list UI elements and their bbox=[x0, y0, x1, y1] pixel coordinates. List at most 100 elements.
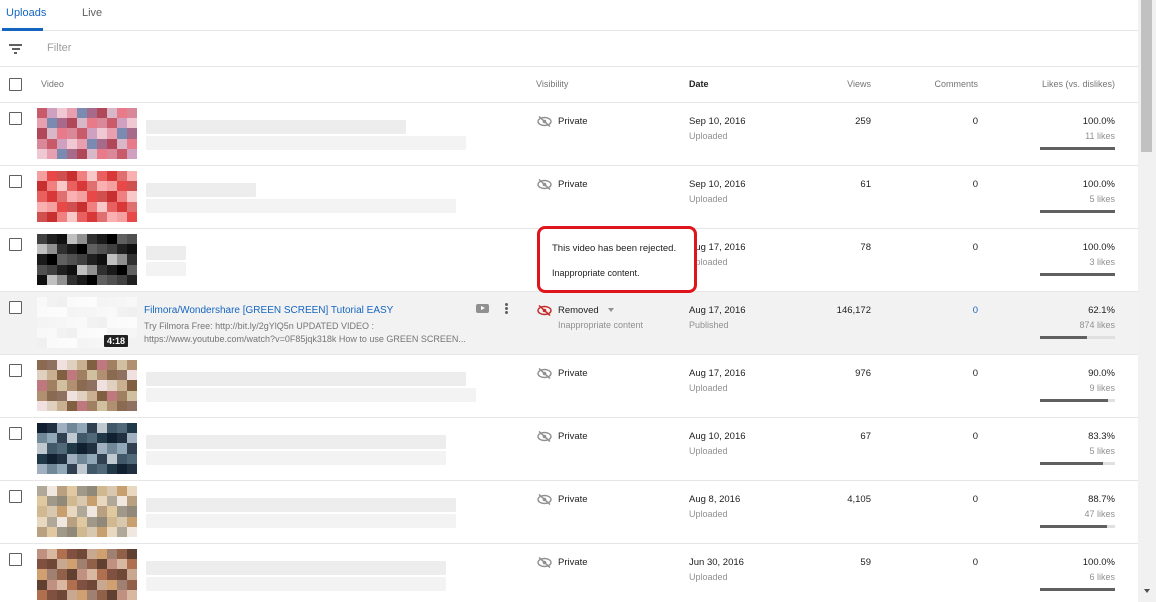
table-row[interactable]: Private Sep 10, 2016 Uploaded 259 0 100.0% 11 … bbox=[0, 103, 1138, 166]
removed-visibility-icon bbox=[537, 303, 552, 317]
video-thumbnail[interactable] bbox=[37, 486, 137, 537]
tab-uploads[interactable]: Uploads bbox=[6, 7, 46, 19]
tab-bar: Uploads Live bbox=[0, 0, 1138, 31]
video-date-status: Uploaded bbox=[689, 383, 728, 393]
select-all-checkbox[interactable] bbox=[9, 78, 22, 91]
filter-input[interactable]: Filter bbox=[47, 42, 71, 54]
video-date-status: Uploaded bbox=[689, 194, 728, 204]
more-options-icon[interactable] bbox=[505, 303, 508, 314]
tab-live[interactable]: Live bbox=[82, 7, 102, 19]
filter-icon[interactable] bbox=[9, 44, 22, 54]
video-thumbnail[interactable] bbox=[37, 171, 137, 222]
row-checkbox[interactable] bbox=[9, 427, 22, 440]
blurred-title bbox=[146, 183, 256, 197]
video-date-status: Published bbox=[689, 320, 729, 330]
video-date-status: Uploaded bbox=[689, 509, 728, 519]
video-date: Aug 17, 2016 bbox=[689, 305, 746, 316]
blurred-description bbox=[146, 577, 446, 591]
visibility-status[interactable]: Private bbox=[558, 557, 588, 568]
video-comments: 0 bbox=[972, 179, 978, 190]
column-header-comments[interactable]: Comments bbox=[934, 79, 978, 89]
likes-count: 47 likes bbox=[1084, 509, 1115, 519]
blurred-title bbox=[146, 498, 456, 512]
video-date-status: Uploaded bbox=[689, 446, 728, 456]
table-row[interactable]: Private Aug 8, 2016 Uploaded 4,105 0 88.7% 47 … bbox=[0, 481, 1138, 544]
likes-percentage: 90.0% bbox=[1088, 368, 1115, 379]
table-header: Video Visibility Date Views Comments Lik… bbox=[0, 67, 1138, 103]
column-header-visibility[interactable]: Visibility bbox=[536, 79, 568, 89]
visibility-status[interactable]: Private bbox=[558, 431, 588, 442]
likes-ratio-fill bbox=[1040, 273, 1115, 276]
visibility-status[interactable]: Private bbox=[558, 116, 588, 127]
likes-ratio-bar bbox=[1040, 588, 1115, 591]
video-comments[interactable]: 0 bbox=[973, 305, 978, 316]
video-thumbnail[interactable] bbox=[37, 234, 137, 285]
likes-ratio-bar bbox=[1040, 462, 1115, 465]
video-title-link[interactable]: Filmora/Wondershare [GREEN SCREEN] Tutor… bbox=[144, 305, 393, 316]
likes-ratio-fill bbox=[1040, 525, 1107, 528]
row-checkbox[interactable] bbox=[9, 238, 22, 251]
scrollbar[interactable] bbox=[1138, 0, 1156, 602]
visibility-status[interactable]: Private bbox=[558, 179, 588, 190]
row-checkbox[interactable] bbox=[9, 301, 22, 314]
private-eye-slash-icon bbox=[537, 114, 552, 128]
video-description: Try Filmora Free: http://bit.ly/2gYlQ5n … bbox=[144, 321, 466, 344]
scrollbar-thumb[interactable] bbox=[1141, 0, 1152, 152]
row-checkbox[interactable] bbox=[9, 175, 22, 188]
video-thumbnail[interactable] bbox=[37, 549, 137, 600]
video-comments: 0 bbox=[972, 116, 978, 127]
likes-ratio-fill bbox=[1040, 336, 1087, 339]
table-row[interactable]: Private Jun 30, 2016 Uploaded 59 0 100.0% 6 li… bbox=[0, 544, 1138, 602]
video-thumbnail[interactable] bbox=[37, 108, 137, 159]
video-date-status: Uploaded bbox=[689, 131, 728, 141]
likes-count: 874 likes bbox=[1079, 320, 1115, 330]
video-duration: 4:18 bbox=[104, 335, 129, 347]
video-thumbnail[interactable] bbox=[37, 360, 137, 411]
row-checkbox[interactable] bbox=[9, 364, 22, 377]
blurred-description bbox=[146, 514, 456, 528]
row-checkbox[interactable] bbox=[9, 490, 22, 503]
likes-percentage: 100.0% bbox=[1082, 557, 1115, 568]
likes-ratio-fill bbox=[1040, 462, 1103, 465]
column-header-likes[interactable]: Likes (vs. dislikes) bbox=[1042, 79, 1115, 89]
table-row[interactable]: Private Aug 10, 2016 Uploaded 67 0 83.3% 5 lik… bbox=[0, 418, 1138, 481]
likes-count: 11 likes bbox=[1085, 131, 1115, 141]
row-checkbox[interactable] bbox=[9, 112, 22, 125]
private-eye-slash-icon bbox=[537, 177, 552, 191]
youtube-play-icon[interactable] bbox=[476, 304, 489, 313]
likes-count: 3 likes bbox=[1089, 257, 1115, 267]
likes-ratio-bar bbox=[1040, 273, 1115, 276]
tooltip-message: This video has been rejected. bbox=[552, 243, 677, 254]
video-views: 146,172 bbox=[836, 305, 871, 316]
scroll-down-arrow-icon[interactable] bbox=[1144, 589, 1150, 593]
likes-count: 6 likes bbox=[1089, 572, 1115, 582]
studio-videos-page: Uploads Live Filter Video Visibility Dat… bbox=[0, 0, 1156, 602]
rejection-tooltip: This video has been rejected. Inappropri… bbox=[537, 226, 697, 293]
video-views: 61 bbox=[860, 179, 871, 190]
visibility-dropdown-chevron-down-icon[interactable] bbox=[608, 308, 614, 312]
visibility-note: Inappropriate content bbox=[558, 320, 644, 330]
visibility-status[interactable]: Removed bbox=[558, 305, 599, 316]
blurred-title bbox=[146, 435, 446, 449]
likes-ratio-bar bbox=[1040, 525, 1115, 528]
video-date: Aug 17, 2016 bbox=[689, 368, 746, 379]
video-thumbnail[interactable] bbox=[37, 423, 137, 474]
blurred-description bbox=[146, 262, 186, 276]
table-row[interactable]: Private Sep 10, 2016 Uploaded 61 0 100.0% 5 li… bbox=[0, 166, 1138, 229]
private-eye-slash-icon bbox=[537, 555, 552, 569]
video-date: Aug 10, 2016 bbox=[689, 431, 746, 442]
likes-percentage: 88.7% bbox=[1088, 494, 1115, 505]
column-header-views[interactable]: Views bbox=[847, 79, 871, 89]
visibility-status[interactable]: Private bbox=[558, 494, 588, 505]
table-row[interactable]: Private Aug 17, 2016 Uploaded 976 0 90.0% 9 li… bbox=[0, 355, 1138, 418]
blurred-title bbox=[146, 120, 406, 134]
likes-percentage: 83.3% bbox=[1088, 431, 1115, 442]
visibility-status[interactable]: Private bbox=[558, 368, 588, 379]
video-comments: 0 bbox=[972, 494, 978, 505]
video-comments: 0 bbox=[972, 368, 978, 379]
table-row[interactable]: 4:18 Filmora/Wondershare [GREEN SCREEN] T… bbox=[0, 292, 1138, 355]
row-checkbox[interactable] bbox=[9, 553, 22, 566]
video-date: Aug 8, 2016 bbox=[689, 494, 741, 505]
likes-ratio-fill bbox=[1040, 210, 1115, 213]
column-header-date[interactable]: Date bbox=[689, 79, 709, 89]
